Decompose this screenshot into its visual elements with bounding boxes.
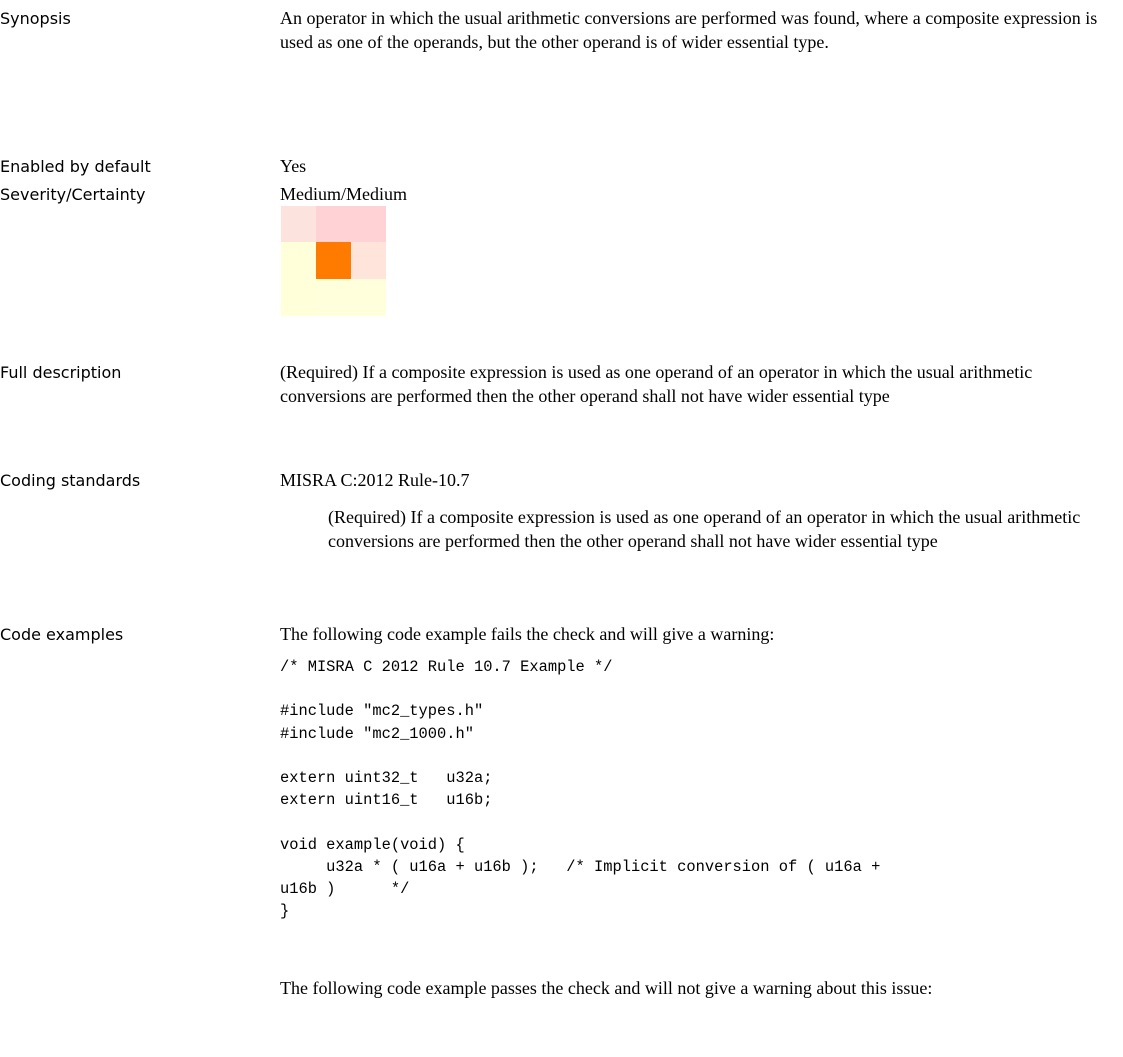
matrix-cell <box>281 242 316 279</box>
full-description-text: (Required) If a composite expression is … <box>280 362 1033 406</box>
matrix-cell <box>351 206 386 242</box>
matrix-cell <box>281 279 316 316</box>
coding-standard-description: (Required) If a composite expression is … <box>328 507 1081 551</box>
severity-label: Severity/Certainty <box>0 185 146 204</box>
synopsis-text: An operator in which the usual arithmeti… <box>280 8 1098 52</box>
code-examples-label: Code examples <box>0 625 124 644</box>
severity-certainty-matrix <box>281 206 386 316</box>
matrix-cell <box>316 279 351 316</box>
coding-standard-name: MISRA C:2012 Rule-10.7 <box>280 470 470 490</box>
matrix-cell <box>281 206 316 242</box>
synopsis-label: Synopsis <box>0 9 71 28</box>
coding-standards-label: Coding standards <box>0 471 141 490</box>
matrix-cell-highlight <box>316 242 351 279</box>
fail-code-example: /* MISRA C 2012 Rule 10.7 Example */ #in… <box>280 658 881 921</box>
enabled-label: Enabled by default <box>0 157 151 176</box>
fail-example-intro: The following code example fails the che… <box>280 624 775 644</box>
matrix-cell <box>316 206 351 242</box>
matrix-cell <box>351 279 386 316</box>
severity-value: Medium/Medium <box>280 184 407 204</box>
matrix-cell <box>351 242 386 279</box>
full-description-label: Full description <box>0 363 122 382</box>
pass-example-intro: The following code example passes the ch… <box>280 978 933 998</box>
enabled-value: Yes <box>280 156 307 176</box>
